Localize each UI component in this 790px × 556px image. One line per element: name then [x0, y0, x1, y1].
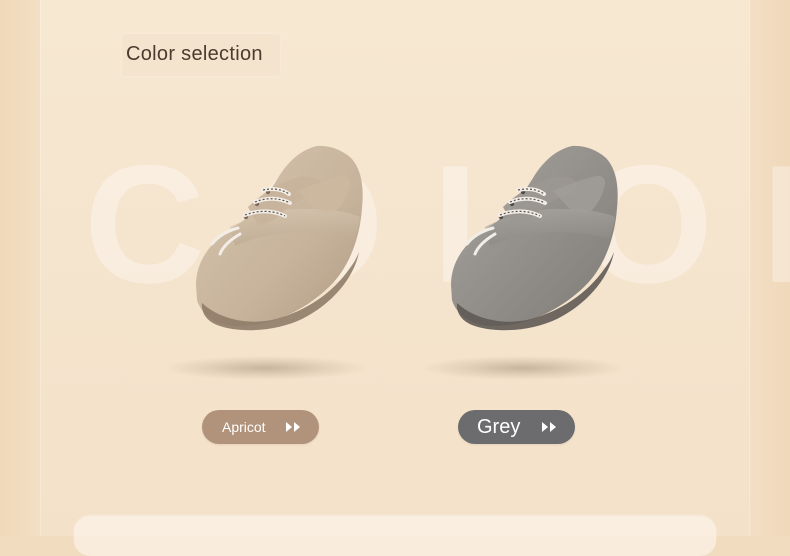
shoe-grey-icon — [451, 145, 618, 331]
grey-shoe-shadow — [423, 356, 623, 380]
apricot-label: Apricot — [222, 419, 266, 435]
bottom-card — [74, 516, 716, 556]
apricot-shoe-shadow — [165, 356, 365, 380]
apricot-color-button[interactable]: Apricot — [202, 410, 319, 444]
double-arrow-right-icon — [286, 422, 300, 432]
apricot-shoe-image — [178, 136, 374, 336]
section-title: Color selection — [126, 43, 263, 65]
grey-shoe-image — [435, 136, 631, 336]
double-arrow-right-icon — [542, 422, 556, 432]
grey-label: Grey — [477, 416, 521, 438]
shoe-apricot-icon — [196, 145, 363, 331]
grey-color-button[interactable]: Grey — [458, 410, 575, 444]
section-heading: Color selection — [122, 34, 280, 76]
page-background: Color selection COLOR — [0, 0, 790, 556]
